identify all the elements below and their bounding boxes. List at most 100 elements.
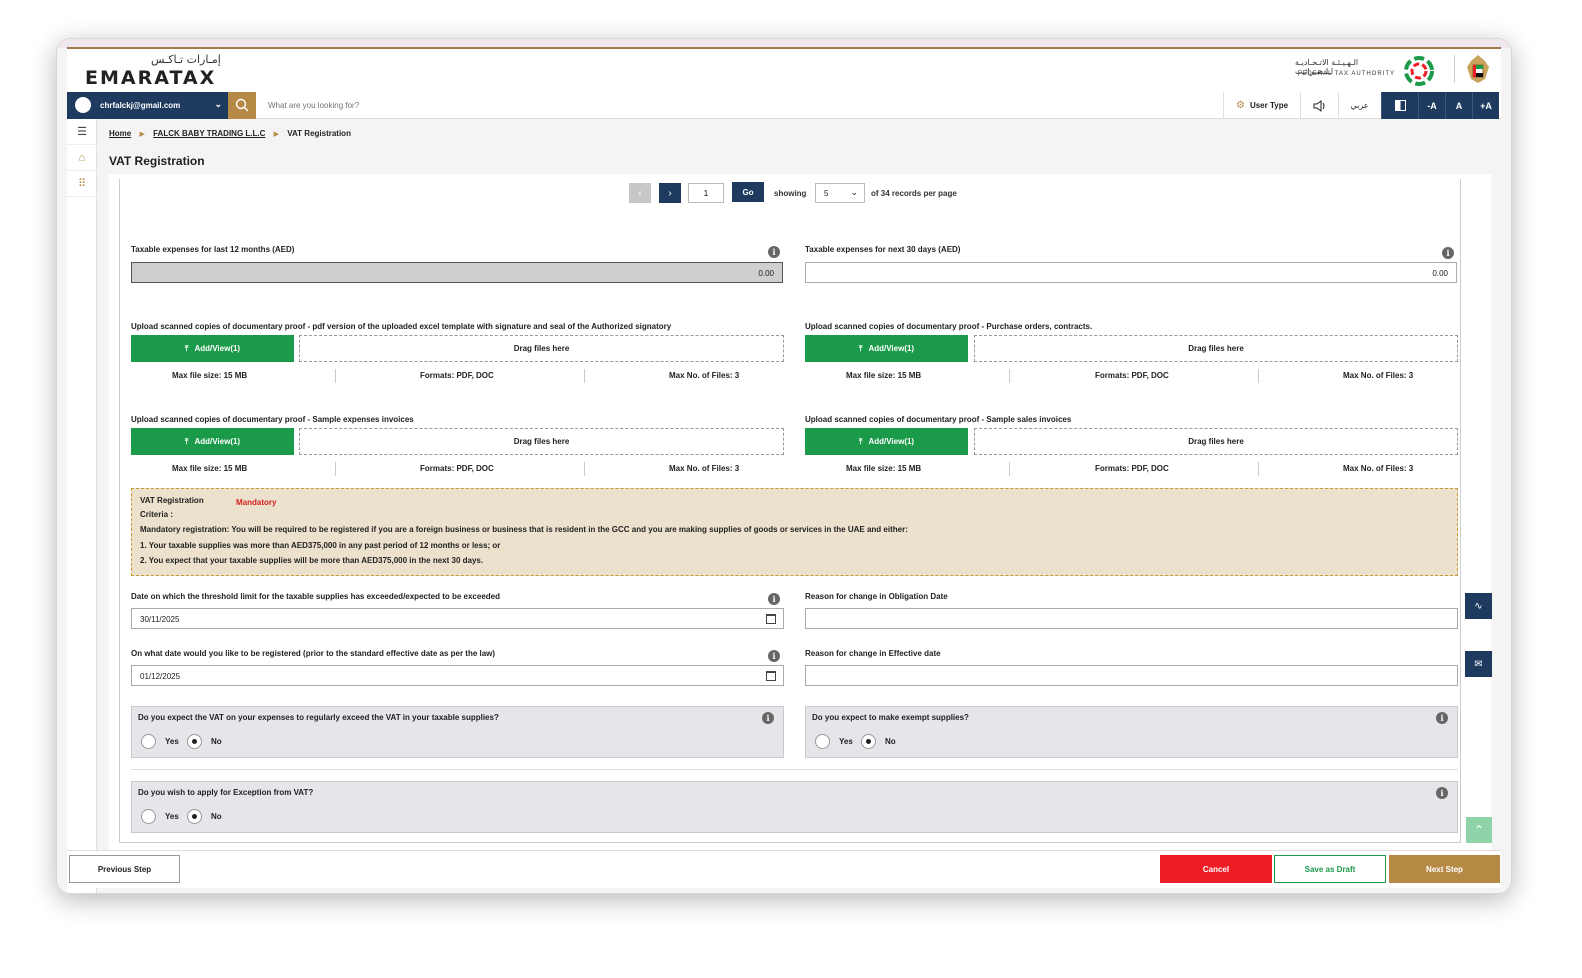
expenses-next30-field[interactable]: 0.00	[805, 262, 1457, 283]
pager-page-input[interactable]	[688, 183, 724, 203]
calendar-icon[interactable]	[766, 614, 776, 624]
signature-float-button[interactable]: ∿	[1465, 593, 1492, 619]
threshold-date-input[interactable]: 30/11/2025	[131, 608, 784, 629]
pager-go-button[interactable]: Go	[732, 182, 764, 202]
search-input[interactable]	[264, 92, 1214, 119]
scroll-to-top-button[interactable]: ⌃	[1466, 817, 1492, 843]
notice-line: Mandatory registration: You will be requ…	[140, 525, 908, 534]
contrast-toggle[interactable]	[1381, 92, 1418, 119]
language-toggle[interactable]: عربي	[1338, 92, 1380, 119]
radio-yes-label: Yes	[839, 737, 853, 746]
effective-reason-input[interactable]	[805, 665, 1458, 686]
pager-per-page-value: 5	[824, 189, 829, 198]
upload-icon: ⤒	[184, 436, 189, 446]
add-view-button[interactable]: ⤒ Add/View(1)	[131, 335, 294, 362]
user-email: chrfalckj@gmail.com	[100, 101, 181, 110]
fta-mark-icon	[1404, 56, 1434, 86]
pager-records-text: of 34 records per page	[871, 189, 957, 198]
next-step-button[interactable]: Next Step	[1389, 855, 1500, 883]
max-file-size: Max file size: 15 MB	[846, 371, 922, 380]
info-icon[interactable]: i	[768, 650, 780, 662]
radio-no[interactable]	[861, 734, 876, 749]
info-icon[interactable]: i	[1436, 787, 1448, 799]
previous-step-button[interactable]: Previous Step	[69, 855, 180, 883]
max-files: Max No. of Files: 3	[1343, 371, 1414, 380]
save-draft-button[interactable]: Save as Draft	[1274, 855, 1386, 883]
header-logo-bar: إمـارات تـاكـس EMARATAX الـهـيـئـة الاتـ…	[67, 49, 1501, 92]
emaratax-logo[interactable]: EMARATAX	[85, 67, 216, 89]
apps-grid-icon[interactable]: ⠿	[67, 171, 97, 197]
user-avatar-icon	[75, 97, 91, 113]
search-icon	[235, 98, 249, 112]
top-navbar: chrfalckj@gmail.com ⌄ ⚙ User Type عربي -…	[67, 92, 1501, 119]
breadcrumb-home[interactable]: Home	[109, 129, 131, 138]
radio-no[interactable]	[187, 734, 202, 749]
upload-icon: ⤒	[858, 343, 863, 353]
sidebar: ☰ ⌂ ⠿	[67, 119, 97, 893]
pager-showing-label: showing	[774, 189, 807, 198]
max-files: Max No. of Files: 3	[669, 464, 740, 473]
breadcrumb-separator-icon: ▶	[139, 131, 145, 138]
hamburger-menu-icon[interactable]: ☰	[67, 119, 97, 145]
upload-label: Upload scanned copies of documentary pro…	[131, 322, 672, 331]
radio-yes[interactable]	[141, 809, 156, 824]
question-exempt-supplies: Do you expect to make exempt supplies? i…	[805, 706, 1458, 758]
upload-icon: ⤒	[858, 436, 863, 446]
add-view-button[interactable]: ⤒ Add/View(1)	[131, 428, 294, 455]
drop-zone[interactable]: Drag files here	[299, 428, 784, 455]
fta-name-english: FEDERAL TAX AUTHORITY	[1297, 71, 1395, 77]
notice-criteria: Criteria :	[140, 510, 173, 519]
vat-criteria-notice: VAT Registration Mandatory Criteria : Ma…	[131, 488, 1458, 576]
notice-line: 1. Your taxable supplies was more than A…	[140, 541, 501, 550]
user-type-button[interactable]: ⚙ User Type	[1223, 92, 1300, 119]
font-decrease-button[interactable]: -A	[1418, 92, 1445, 119]
font-increase-button[interactable]: +A	[1472, 92, 1499, 119]
file-formats: Formats: PDF, DOC	[1095, 464, 1169, 473]
max-file-size: Max file size: 15 MB	[846, 464, 922, 473]
register-date-label: On what date would you like to be regist…	[131, 649, 496, 658]
user-menu[interactable]: chrfalckj@gmail.com ⌄	[67, 92, 228, 119]
chat-icon: ✉	[1474, 658, 1483, 670]
pager-prev-button[interactable]: ‹	[629, 183, 651, 203]
info-icon[interactable]: i	[1442, 247, 1454, 259]
add-view-label: Add/View(1)	[194, 437, 241, 446]
expenses-last12-field: 0.00	[131, 262, 783, 283]
upload-label: Upload scanned copies of documentary pro…	[805, 322, 1093, 331]
info-icon[interactable]: i	[1436, 712, 1448, 724]
drop-zone[interactable]: Drag files here	[974, 428, 1458, 455]
double-chevron-up-icon: ⌃	[1473, 823, 1485, 837]
obligation-reason-input[interactable]	[805, 608, 1458, 629]
breadcrumb: Home ▶ FALCK BABY TRADING L.L.C ▶ VAT Re…	[109, 129, 357, 138]
radio-no[interactable]	[187, 809, 202, 824]
register-date-input[interactable]: 01/12/2025	[131, 665, 784, 686]
drop-zone[interactable]: Drag files here	[299, 335, 784, 362]
pager-next-button[interactable]: ›	[659, 183, 681, 203]
cancel-button[interactable]: Cancel	[1160, 855, 1272, 883]
home-icon[interactable]: ⌂	[67, 145, 97, 171]
font-normal-button[interactable]: A	[1445, 92, 1472, 119]
breadcrumb-company[interactable]: FALCK BABY TRADING L.L.C	[153, 129, 265, 138]
upload-icon: ⤒	[184, 343, 189, 353]
question-vat-exceed: Do you expect the VAT on your expenses t…	[131, 706, 784, 758]
max-files: Max No. of Files: 3	[669, 371, 740, 380]
mandatory-badge: Mandatory	[236, 498, 277, 507]
info-icon[interactable]: i	[768, 593, 780, 605]
max-files: Max No. of Files: 3	[1343, 464, 1414, 473]
search-button[interactable]	[228, 92, 256, 119]
pager-per-page-select[interactable]: 5 ⌄	[815, 183, 865, 203]
logo-arabic: إمـارات تـاكـس	[151, 53, 221, 66]
expenses-last12-label: Taxable expenses for last 12 months (AED…	[131, 245, 295, 254]
radio-no-label: No	[885, 737, 896, 746]
add-view-button[interactable]: ⤒ Add/View(1)	[805, 335, 968, 362]
drop-zone[interactable]: Drag files here	[974, 335, 1458, 362]
info-icon[interactable]: i	[768, 246, 780, 258]
add-view-button[interactable]: ⤒ Add/View(1)	[805, 428, 968, 455]
chat-float-button[interactable]: ✉	[1465, 651, 1492, 677]
radio-yes[interactable]	[815, 734, 830, 749]
contrast-icon	[1394, 100, 1406, 111]
calendar-icon[interactable]	[766, 671, 776, 681]
radio-yes-label: Yes	[165, 737, 179, 746]
radio-yes[interactable]	[141, 734, 156, 749]
info-icon[interactable]: i	[762, 712, 774, 724]
audio-button[interactable]	[1300, 92, 1338, 119]
